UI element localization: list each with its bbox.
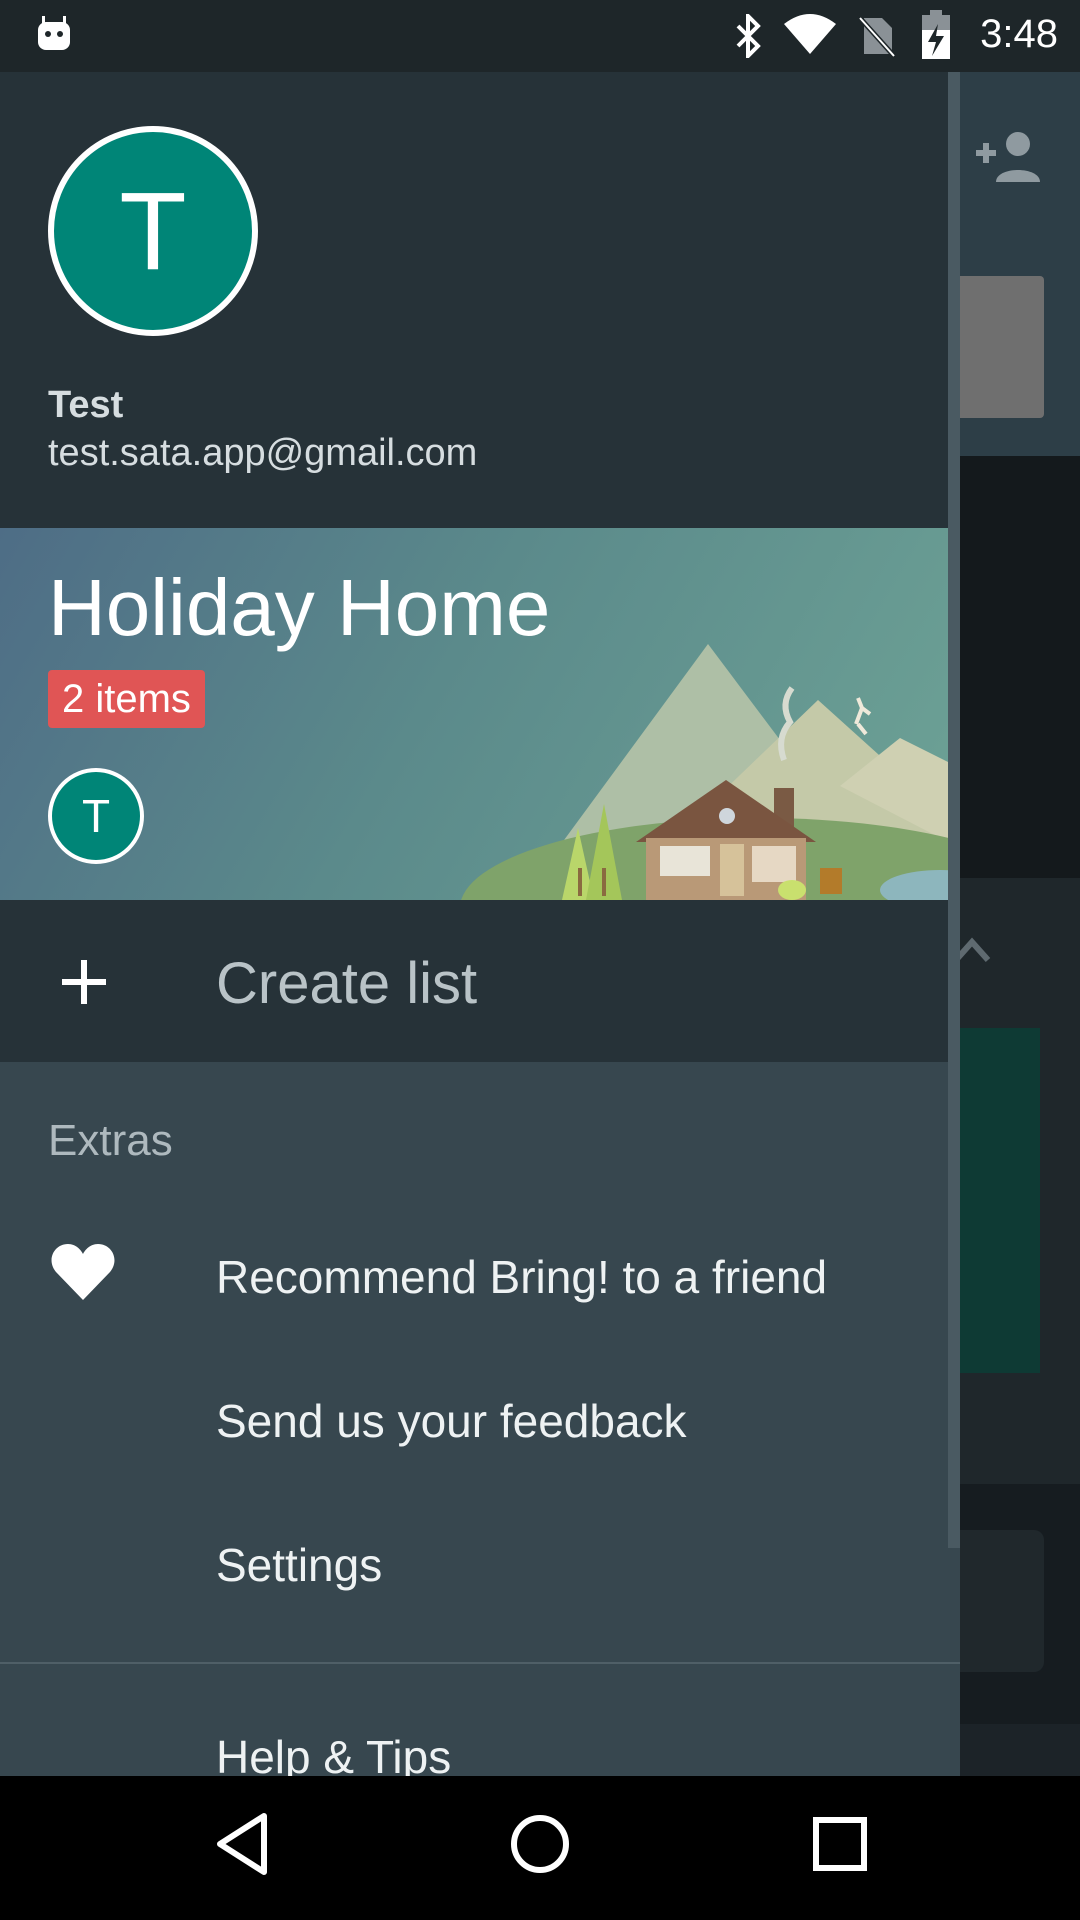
battery-charging-icon bbox=[922, 10, 950, 59]
settings-item[interactable]: Settings bbox=[216, 1538, 382, 1592]
list-title: Holiday Home bbox=[48, 563, 551, 652]
status-time: 3:48 bbox=[980, 12, 1058, 56]
extras-section-header: Extras bbox=[48, 1116, 173, 1165]
system-navigation-bar bbox=[0, 1776, 1080, 1920]
recommend-friend-item[interactable]: Recommend Bring! to a friend bbox=[216, 1250, 827, 1304]
back-icon[interactable] bbox=[212, 1812, 272, 1876]
current-list-card[interactable]: Holiday Home 2 items T bbox=[0, 528, 960, 900]
plus-icon bbox=[62, 960, 106, 1004]
no-sim-icon bbox=[858, 16, 896, 58]
wifi-icon bbox=[784, 14, 836, 54]
profile-name: Test bbox=[48, 384, 124, 426]
bluetooth-icon bbox=[736, 14, 761, 58]
navigation-drawer: T Test test.sata.app@gmail.com Holiday H… bbox=[0, 72, 960, 1776]
add-person-icon bbox=[976, 132, 1040, 182]
drawer-scrollbar[interactable] bbox=[948, 72, 960, 1548]
recents-icon[interactable] bbox=[812, 1816, 868, 1872]
profile-avatar[interactable]: T bbox=[48, 126, 258, 336]
items-count-badge: 2 items bbox=[48, 670, 205, 728]
heart-icon bbox=[51, 1244, 115, 1300]
create-list-label: Create list bbox=[216, 951, 478, 1016]
profile-email: test.sata.app@gmail.com bbox=[48, 432, 478, 474]
create-list-button[interactable]: Create list bbox=[0, 900, 960, 1062]
status-bar: 3:48 bbox=[0, 0, 1080, 72]
android-icon bbox=[38, 16, 70, 50]
list-member-avatar[interactable]: T bbox=[48, 768, 144, 864]
menu-divider bbox=[0, 1662, 960, 1664]
send-feedback-item[interactable]: Send us your feedback bbox=[216, 1394, 687, 1448]
home-icon[interactable] bbox=[508, 1812, 572, 1876]
profile-header[interactable]: T Test test.sata.app@gmail.com bbox=[0, 72, 960, 528]
help-tips-item[interactable]: Help & Tips bbox=[216, 1730, 451, 1776]
